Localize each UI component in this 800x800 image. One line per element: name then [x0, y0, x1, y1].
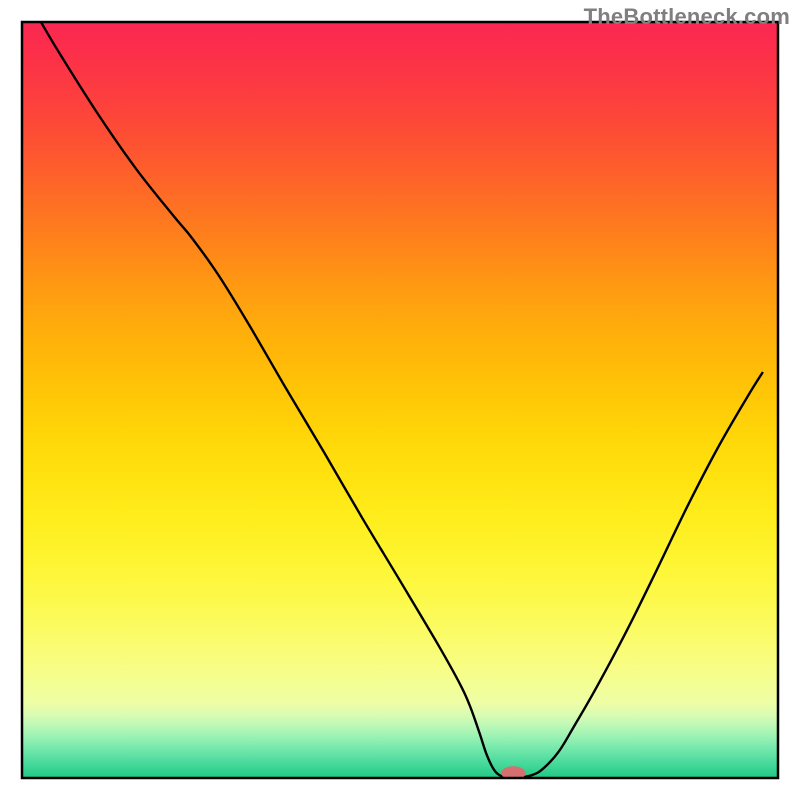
chart-svg	[0, 0, 800, 800]
bottleneck-chart: TheBottleneck.com	[0, 0, 800, 800]
gradient-background	[22, 22, 778, 778]
watermark-text: TheBottleneck.com	[584, 4, 790, 30]
